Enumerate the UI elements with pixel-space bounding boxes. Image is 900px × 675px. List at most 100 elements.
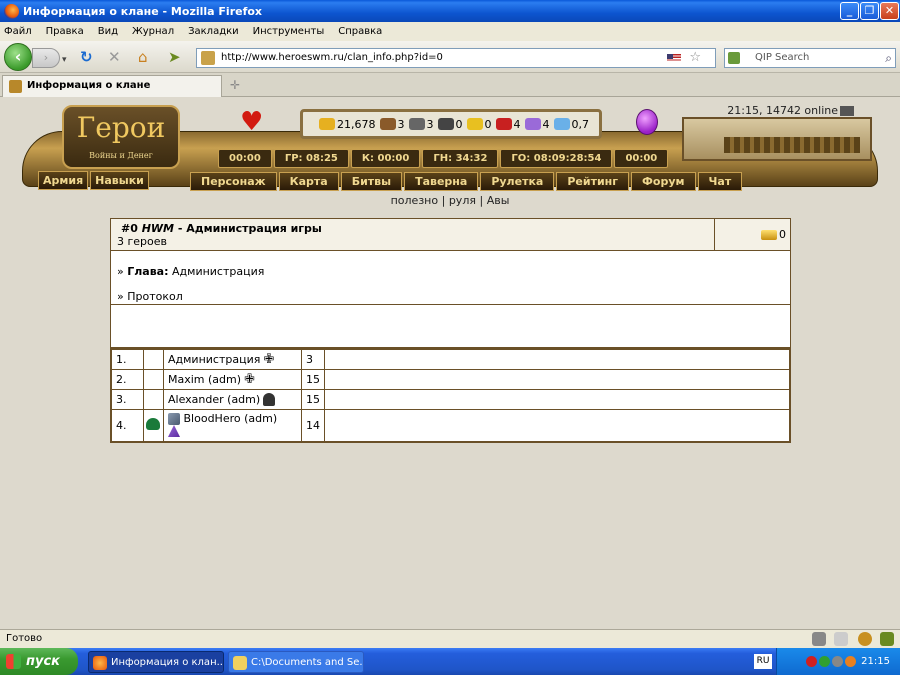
quick-links: полезно | руля | Авы xyxy=(0,194,900,207)
tray-icon-4[interactable] xyxy=(844,655,856,667)
tab-label: Информация о клане xyxy=(27,80,151,91)
tab-clan-info[interactable]: Информация о клане xyxy=(2,75,222,97)
reload-icon[interactable]: ↻ xyxy=(80,49,93,65)
link-separator: | xyxy=(441,194,446,207)
tray-icon-3[interactable] xyxy=(831,655,843,667)
logo-title: Герои xyxy=(76,111,166,144)
menu-view[interactable]: Вид xyxy=(98,26,118,37)
nav-army[interactable]: Армия xyxy=(38,171,89,190)
wood-icon xyxy=(379,118,396,130)
member-name-link[interactable]: Администрация xyxy=(168,353,260,366)
menu-tools[interactable]: Инструменты xyxy=(253,26,325,37)
menu-file[interactable]: Файл xyxy=(4,26,32,37)
link-avatars[interactable]: Авы xyxy=(487,194,510,207)
member-status xyxy=(324,369,790,390)
member-icon-cell xyxy=(143,369,164,390)
nav-rating[interactable]: Рейтинг xyxy=(556,172,630,191)
firefox-icon xyxy=(93,656,107,670)
search-engine-icon[interactable] xyxy=(728,52,740,64)
member-name-link[interactable]: Alexander (adm) xyxy=(168,393,260,406)
link-separator: | xyxy=(479,194,484,207)
forward-button[interactable]: › xyxy=(32,48,60,68)
stop-icon[interactable]: ✕ xyxy=(108,49,121,65)
member-status xyxy=(324,389,790,410)
online-icon[interactable] xyxy=(840,106,854,116)
menu-edit[interactable]: Правка xyxy=(46,26,84,37)
status-text: Готово xyxy=(6,633,43,644)
clan-protocol-link[interactable]: Протокол xyxy=(127,290,183,303)
nav-map[interactable]: Карта xyxy=(278,172,339,191)
timer-guild-gunners: ГО: 08:09:28:54 xyxy=(500,149,613,168)
navigation-toolbar: ‹ › ▾ ↻ ✕ ⌂ ➤ http://www.heroeswm.ru/cla… xyxy=(0,41,900,73)
tab-favicon-icon xyxy=(9,80,22,93)
timer-guild-workers: ГР: 08:25 xyxy=(273,149,349,168)
nav-roulette[interactable]: Рулетка xyxy=(480,172,555,191)
url-bar[interactable]: http://www.heroeswm.ru/clan_info.php?id=… xyxy=(196,48,716,68)
clock[interactable]: 21:15 xyxy=(861,656,890,667)
search-icon[interactable]: ⌕ xyxy=(885,49,892,67)
game-logo[interactable]: Герои Войны и Денег xyxy=(62,105,180,169)
resource-mercury: 0 xyxy=(455,117,463,131)
minimize-button[interactable]: _ xyxy=(840,2,859,20)
menu-help[interactable]: Справка xyxy=(338,26,382,37)
clan-head-label: Глава: xyxy=(127,265,169,278)
health-heart-icon: ♥ xyxy=(240,107,264,137)
start-button[interactable]: пуск xyxy=(0,648,78,675)
language-indicator[interactable]: RU xyxy=(754,654,772,669)
search-input[interactable]: QIP Search ⌕ xyxy=(724,48,896,68)
diamond-icon xyxy=(553,118,570,130)
member-name-cell: Maxim (adm) ✙ xyxy=(163,369,302,390)
cross-icon: ✙ xyxy=(244,372,255,388)
window-titlebar[interactable]: Информация о клане - Mozilla Firefox _ ❐… xyxy=(0,0,900,22)
member-name-link[interactable]: Maxim (adm) xyxy=(168,373,241,386)
nav-skills[interactable]: Навыки xyxy=(90,171,149,190)
clan-title: #0 HWM - Администрация игры xyxy=(121,222,322,235)
status-bar: Готово xyxy=(0,629,900,648)
nav-battles[interactable]: Битвы xyxy=(340,172,403,191)
nav-character[interactable]: Персонаж xyxy=(190,172,277,191)
close-button[interactable]: ✕ xyxy=(880,2,899,20)
history-dropdown-icon[interactable]: ▾ xyxy=(62,52,67,68)
resource-crystal: 4 xyxy=(513,117,521,131)
member-icon-cell xyxy=(143,409,164,442)
clan-gold-value: 0 xyxy=(779,228,786,241)
cursor-icon[interactable]: ➤ xyxy=(168,49,181,65)
clan-head-link[interactable]: Администрация xyxy=(172,265,264,278)
task-explorer[interactable]: C:\Documents and Se... xyxy=(228,651,364,673)
helmet-icon xyxy=(263,393,276,407)
member-level: 14 xyxy=(301,409,325,442)
task-firefox-label: Информация о клан... xyxy=(111,657,224,668)
nav-tavern[interactable]: Таверна xyxy=(404,172,479,191)
us-flag-icon[interactable] xyxy=(667,54,681,63)
taskbar: пуск Информация о клан... C:\Documents a… xyxy=(0,648,900,675)
cross-icon: ✙ xyxy=(263,352,275,368)
mail-icon[interactable] xyxy=(834,632,848,646)
new-tab-icon[interactable]: ✛ xyxy=(230,78,240,92)
link-useful[interactable]: полезно xyxy=(391,194,439,207)
mana-potion-icon xyxy=(636,109,658,135)
tray-icon-2[interactable] xyxy=(818,655,830,667)
menu-history[interactable]: Журнал xyxy=(132,26,174,37)
member-name-link[interactable]: BloodHero (adm) xyxy=(184,412,278,425)
cursor-icon[interactable] xyxy=(880,632,894,646)
bookmark-star-icon[interactable]: ☆ xyxy=(689,49,701,67)
clan-gold: 0 xyxy=(714,219,790,250)
menu-bookmarks[interactable]: Закладки xyxy=(188,26,239,37)
adblock-icon[interactable] xyxy=(812,632,826,646)
back-button[interactable]: ‹ xyxy=(4,43,32,71)
monkey-icon[interactable] xyxy=(858,632,872,646)
search-placeholder: QIP Search xyxy=(755,52,810,63)
clan-header: #0 HWM - Администрация игры 3 героев 0 xyxy=(111,219,790,251)
system-tray: 21:15 xyxy=(776,648,900,675)
resource-wood: 3 xyxy=(397,117,405,131)
nav-forum[interactable]: Форум xyxy=(631,172,696,191)
table-row: 3. Alexander (adm) 15 xyxy=(111,389,790,410)
table-row: 1. Администрация ✙ 3 xyxy=(111,349,790,370)
nav-chat[interactable]: Чат xyxy=(697,172,743,191)
maximize-button[interactable]: ❐ xyxy=(860,2,879,20)
link-rulya[interactable]: руля xyxy=(449,194,476,207)
home-icon[interactable]: ⌂ xyxy=(138,49,148,65)
tray-icon-1[interactable] xyxy=(805,655,817,667)
timer-1: 00:00 xyxy=(218,149,272,168)
task-firefox[interactable]: Информация о клан... xyxy=(88,651,224,673)
